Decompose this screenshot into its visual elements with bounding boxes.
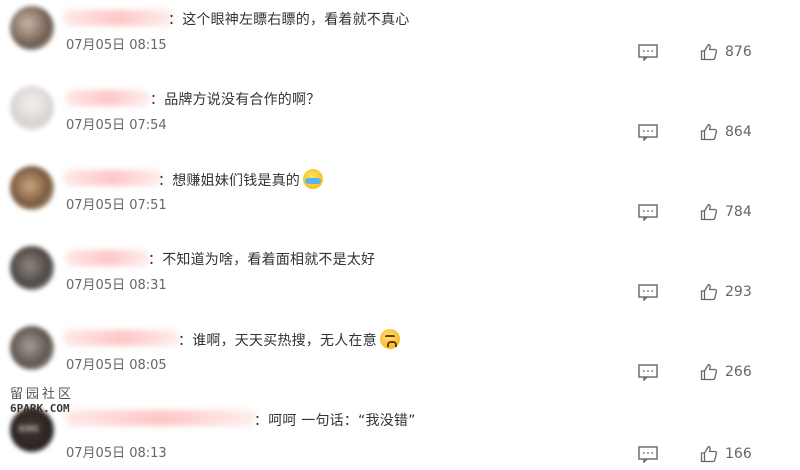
thumbs-up-icon[interactable] bbox=[700, 363, 718, 381]
like-count: 876 bbox=[725, 44, 752, 60]
thumbs-up-icon[interactable] bbox=[700, 43, 718, 61]
username-blurred[interactable] bbox=[64, 330, 180, 346]
like-count: 784 bbox=[725, 204, 752, 220]
comment-item: ：品牌方说没有合作的啊？ 07月05日 07:54 864 bbox=[0, 80, 800, 158]
angry-face-emoji-icon bbox=[379, 329, 400, 349]
comment-reply-icon[interactable] bbox=[638, 44, 658, 61]
like-count: 864 bbox=[725, 124, 752, 140]
comment-item: ：想赚姐妹们钱是真的 07月05日 07:51 784 bbox=[0, 160, 800, 238]
avatar[interactable] bbox=[10, 86, 54, 130]
avatar[interactable] bbox=[10, 6, 54, 50]
comment-reply-icon[interactable] bbox=[638, 446, 658, 463]
comment-text-content: ：谁啊，天天买热搜，无人在意 bbox=[178, 333, 377, 349]
thumbs-up-icon[interactable] bbox=[700, 123, 718, 141]
avatar[interactable] bbox=[10, 246, 54, 290]
username-blurred[interactable] bbox=[64, 170, 162, 186]
comment-text: ：想赚姐妹们钱是真的 bbox=[158, 169, 323, 190]
comment-time: 07月05日 08:13 bbox=[66, 446, 167, 461]
comment-time: 07月05日 08:31 bbox=[66, 278, 167, 293]
comment-time: 07月05日 07:54 bbox=[66, 118, 167, 133]
thumbs-up-icon[interactable] bbox=[700, 283, 718, 301]
comment-text: ：这个眼神左瞟右瞟的，看着就不真心 bbox=[168, 12, 410, 28]
comment-item: 微博昵 ：呵呵 一句话：“我没错” 07月05日 08:13 166 bbox=[0, 398, 800, 470]
avatar[interactable] bbox=[10, 326, 54, 370]
thumbs-up-icon[interactable] bbox=[700, 445, 718, 463]
comment-text: ：呵呵 一句话：“我没错” bbox=[254, 413, 416, 429]
comment-text: ：谁啊，天天买热搜，无人在意 bbox=[178, 329, 400, 350]
comment-item: ：不知道为啥，看着面相就不是太好 07月05日 08:31 293 bbox=[0, 240, 800, 318]
comment-time: 07月05日 07:51 bbox=[66, 198, 167, 213]
username-blurred[interactable] bbox=[66, 250, 150, 266]
comment-text: ：品牌方说没有合作的啊？ bbox=[150, 92, 321, 108]
like-count: 266 bbox=[725, 364, 752, 380]
comment-text: ：不知道为啥，看着面相就不是太好 bbox=[148, 252, 376, 268]
username-blurred[interactable] bbox=[66, 90, 150, 106]
comment-time: 07月05日 08:05 bbox=[66, 358, 167, 373]
username-blurred[interactable] bbox=[64, 10, 174, 26]
username-blurred[interactable] bbox=[66, 410, 256, 426]
avatar-mark: 微博昵 bbox=[18, 425, 39, 433]
avatar[interactable] bbox=[10, 166, 54, 210]
comment-text-content: ：想赚姐妹们钱是真的 bbox=[158, 173, 300, 189]
comment-reply-icon[interactable] bbox=[638, 284, 658, 301]
comment-item: ：这个眼神左瞟右瞟的，看着就不真心 07月05日 08:15 876 bbox=[0, 0, 800, 78]
like-count: 166 bbox=[725, 446, 752, 462]
crying-laughing-emoji-icon bbox=[303, 169, 323, 189]
comment-reply-icon[interactable] bbox=[638, 204, 658, 221]
comment-reply-icon[interactable] bbox=[638, 124, 658, 141]
thumbs-up-icon[interactable] bbox=[700, 203, 718, 221]
comment-reply-icon[interactable] bbox=[638, 364, 658, 381]
like-count: 293 bbox=[725, 284, 752, 300]
comment-item: ：谁啊，天天买热搜，无人在意 07月05日 08:05 266 bbox=[0, 320, 800, 398]
avatar[interactable]: 微博昵 bbox=[10, 408, 54, 452]
comment-time: 07月05日 08:15 bbox=[66, 38, 167, 53]
